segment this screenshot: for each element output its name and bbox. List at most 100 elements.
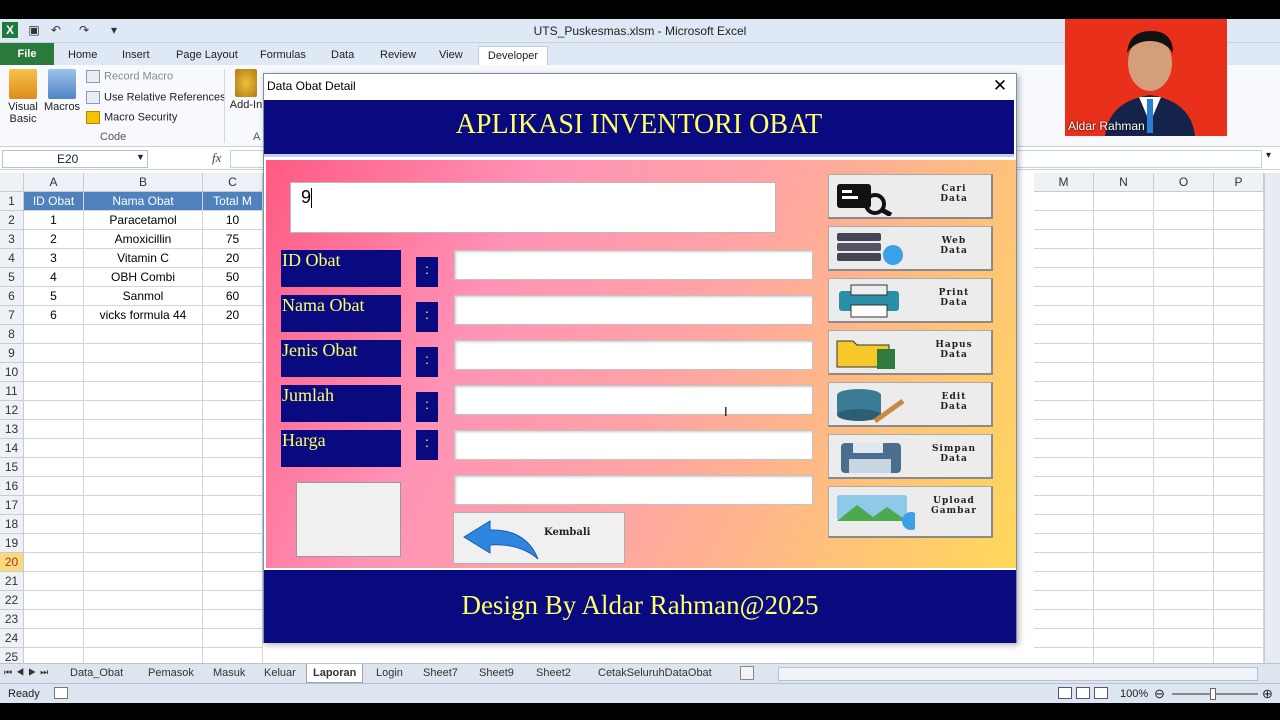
row-header[interactable]: 16 — [0, 477, 24, 496]
empty-cell[interactable] — [1034, 401, 1094, 420]
table-cell[interactable]: 20 — [203, 249, 263, 268]
web-data-button[interactable]: Web Data — [828, 226, 993, 271]
simpan-data-button[interactable]: Simpan Data — [828, 434, 993, 479]
nama-obat-field[interactable] — [454, 295, 813, 325]
empty-cell[interactable] — [203, 477, 263, 496]
sheet-tab[interactable]: Login — [370, 666, 409, 682]
empty-cell[interactable] — [1154, 553, 1214, 572]
empty-cell[interactable] — [203, 572, 263, 591]
empty-cell[interactable] — [24, 496, 84, 515]
empty-cell[interactable] — [1154, 268, 1214, 287]
table-cell[interactable]: 50 — [203, 268, 263, 287]
row-header[interactable]: 12 — [0, 401, 24, 420]
sheet-tab[interactable]: Sheet9 — [473, 666, 520, 682]
row-header[interactable]: 7 — [0, 306, 24, 325]
expand-formula-icon[interactable]: ▾ — [1266, 150, 1271, 161]
empty-cell[interactable] — [1034, 610, 1094, 629]
empty-cell[interactable] — [1034, 572, 1094, 591]
empty-cell[interactable] — [1214, 287, 1264, 306]
table-header-cell[interactable]: Total M — [203, 192, 263, 211]
sheet-navigation-icon[interactable]: ⏮◀▶⏭ — [4, 667, 52, 678]
table-cell[interactable]: Paracetamol — [84, 211, 203, 230]
empty-cell[interactable] — [1094, 401, 1154, 420]
jumlah-field[interactable] — [454, 385, 813, 415]
page-break-view-icon[interactable] — [1094, 687, 1108, 699]
empty-cell[interactable] — [1214, 439, 1264, 458]
empty-cell[interactable] — [84, 458, 203, 477]
extra-field[interactable] — [454, 475, 813, 505]
empty-cell[interactable] — [1094, 458, 1154, 477]
empty-cell[interactable] — [1214, 363, 1264, 382]
empty-cell[interactable] — [1094, 363, 1154, 382]
empty-cell[interactable] — [1214, 629, 1264, 648]
empty-cell[interactable] — [84, 401, 203, 420]
visual-basic-button[interactable]: Visual Basic — [4, 69, 42, 125]
row-header[interactable]: 2 — [0, 211, 24, 230]
empty-cell[interactable] — [24, 629, 84, 648]
empty-cell[interactable] — [24, 515, 84, 534]
empty-cell[interactable] — [84, 553, 203, 572]
empty-cell[interactable] — [1034, 192, 1094, 211]
empty-cell[interactable] — [1214, 477, 1264, 496]
empty-cell[interactable] — [24, 534, 84, 553]
empty-cell[interactable] — [1214, 458, 1264, 477]
empty-cell[interactable] — [1214, 192, 1264, 211]
empty-cell[interactable] — [1094, 287, 1154, 306]
empty-cell[interactable] — [1214, 268, 1264, 287]
table-cell[interactable]: 3 — [24, 249, 84, 268]
column-header[interactable]: M — [1034, 173, 1094, 192]
row-header[interactable]: 18 — [0, 515, 24, 534]
table-header-cell[interactable]: ID Obat — [24, 192, 84, 211]
tab-view[interactable]: View — [435, 46, 467, 65]
macros-button[interactable]: Macros — [44, 69, 80, 113]
empty-cell[interactable] — [24, 553, 84, 572]
row-header[interactable]: 21 — [0, 572, 24, 591]
empty-cell[interactable] — [203, 420, 263, 439]
empty-cell[interactable] — [1034, 249, 1094, 268]
table-cell[interactable]: 4 — [24, 268, 84, 287]
empty-cell[interactable] — [1034, 420, 1094, 439]
empty-cell[interactable] — [203, 534, 263, 553]
empty-cell[interactable] — [84, 477, 203, 496]
empty-cell[interactable] — [203, 439, 263, 458]
sheet-tab[interactable]: CetakSeluruhDataObat — [592, 666, 718, 682]
empty-cell[interactable] — [203, 382, 263, 401]
tab-file[interactable]: File — [0, 43, 54, 65]
table-cell[interactable]: 6 — [24, 306, 84, 325]
page-layout-view-icon[interactable] — [1076, 687, 1090, 699]
chevron-down-icon[interactable]: ▼ — [136, 152, 145, 162]
empty-cell[interactable] — [1034, 325, 1094, 344]
empty-cell[interactable] — [1154, 572, 1214, 591]
empty-cell[interactable] — [24, 420, 84, 439]
empty-cell[interactable] — [1034, 439, 1094, 458]
empty-cell[interactable] — [24, 401, 84, 420]
empty-cell[interactable] — [203, 515, 263, 534]
tab-formulas[interactable]: Formulas — [256, 46, 310, 65]
empty-cell[interactable] — [1154, 496, 1214, 515]
empty-cell[interactable] — [84, 591, 203, 610]
table-cell[interactable]: 60 — [203, 287, 263, 306]
empty-cell[interactable] — [84, 572, 203, 591]
empty-cell[interactable] — [1094, 534, 1154, 553]
empty-cell[interactable] — [1214, 344, 1264, 363]
empty-cell[interactable] — [1214, 515, 1264, 534]
empty-cell[interactable] — [1034, 306, 1094, 325]
name-box[interactable]: E20 — [2, 150, 148, 168]
empty-cell[interactable] — [1154, 344, 1214, 363]
table-header-cell[interactable]: Nama Obat — [84, 192, 203, 211]
empty-cell[interactable] — [1034, 268, 1094, 287]
sheet-tab[interactable]: Keluar — [258, 666, 302, 682]
empty-cell[interactable] — [1034, 287, 1094, 306]
empty-cell[interactable] — [1034, 211, 1094, 230]
tab-home[interactable]: Home — [64, 46, 101, 65]
empty-cell[interactable] — [84, 344, 203, 363]
row-header[interactable]: 4 — [0, 249, 24, 268]
empty-cell[interactable] — [84, 629, 203, 648]
table-cell[interactable]: 1 — [24, 211, 84, 230]
empty-cell[interactable] — [1214, 534, 1264, 553]
empty-cell[interactable] — [1154, 401, 1214, 420]
empty-cell[interactable] — [1154, 287, 1214, 306]
row-header[interactable]: 8 — [0, 325, 24, 344]
close-icon[interactable]: ✕ — [990, 76, 1010, 96]
table-cell[interactable]: Sanmol — [84, 287, 203, 306]
